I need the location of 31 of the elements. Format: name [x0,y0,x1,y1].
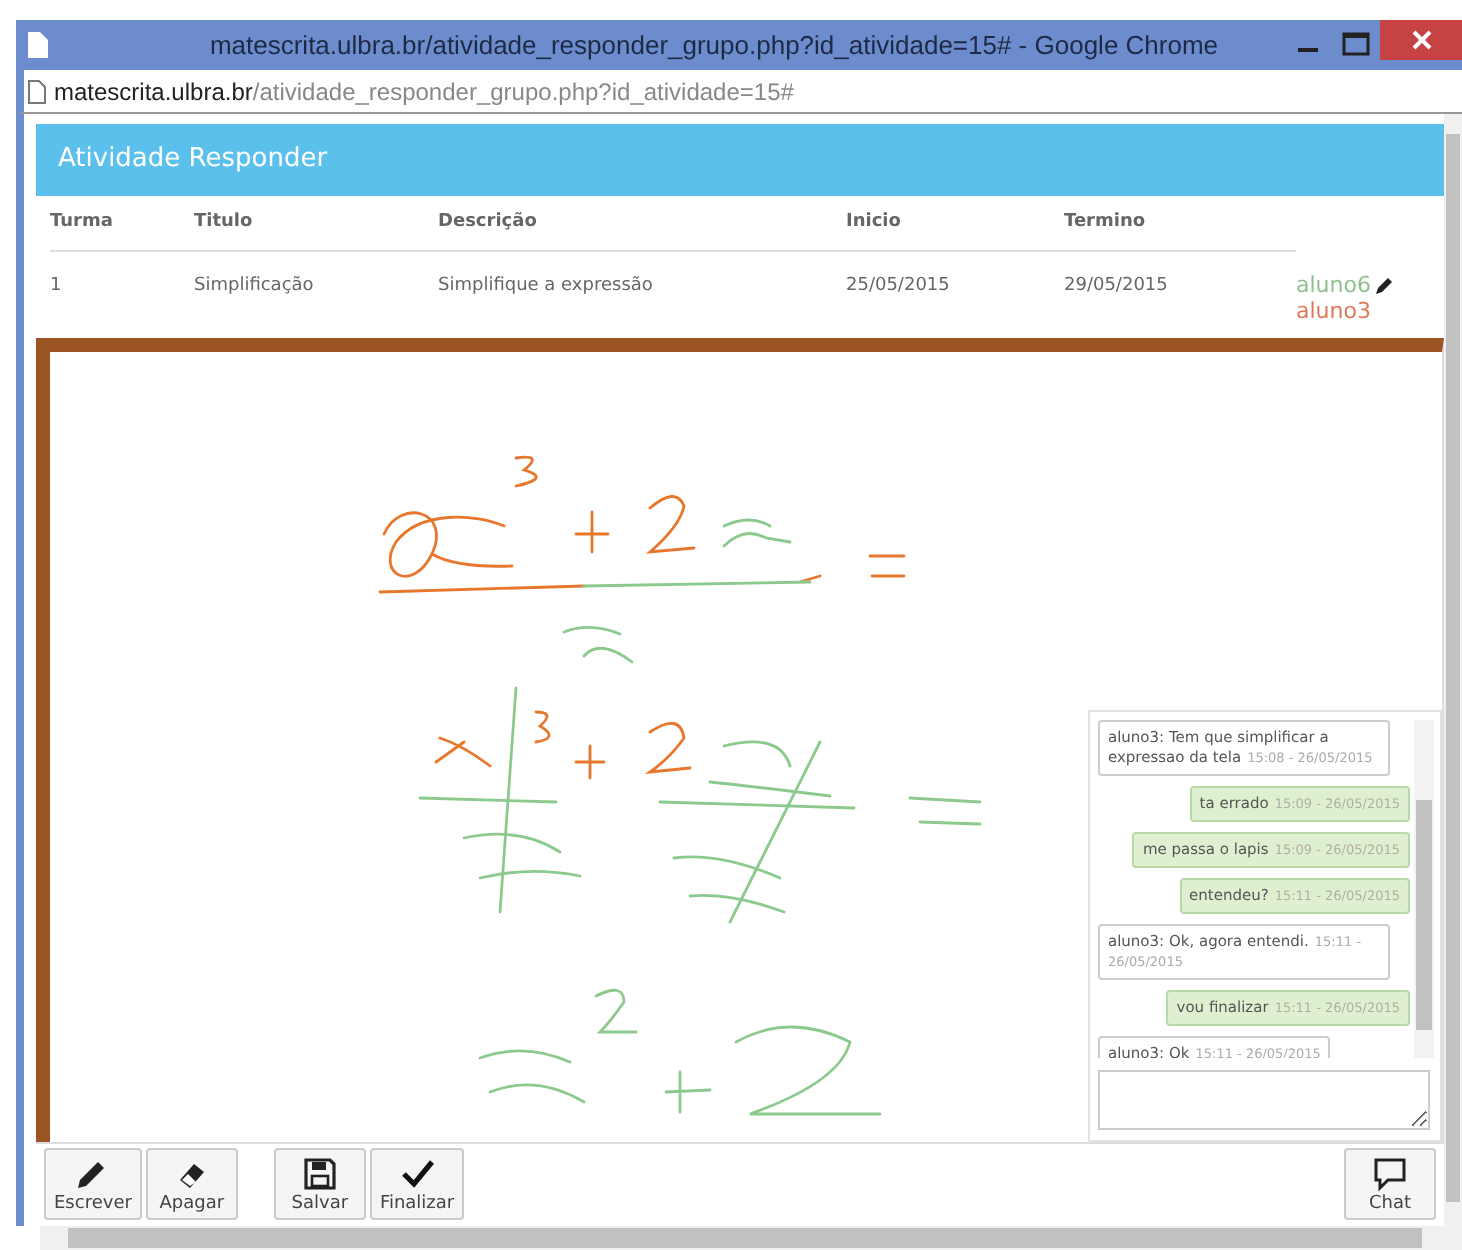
table-cell-text: Simplificação [194,273,316,300]
panel-title: Atividade Responder [58,144,328,175]
column-header: Termino [1064,195,1296,252]
message-input-field[interactable] [1098,1069,1430,1130]
chat-scrollbar[interactable] [1414,719,1434,1058]
drawing-canvas[interactable] [36,337,1444,1142]
table-cell-text: 1 [50,273,64,300]
horizontal-scrollbar[interactable] [40,1226,1462,1250]
column-header: Inicio [846,195,1064,252]
window-title: matescrita.ulbra.br/atividade_responder_grupo.php?id_atividade=15# - Google Chrome [207,30,1221,60]
tool-button[interactable]: Finalizar [369,1148,465,1221]
table-cell-text: 25/05/2015 [846,273,952,300]
column-header: Titulo [194,195,438,252]
address-field[interactable]: matescrita.ulbra.br/atividade_responder_grupo.php?id_atividade=15# [54,77,794,105]
table-cell-text: Simplifique a expressão [438,273,655,300]
chat-button[interactable]: Chat [1344,1148,1436,1221]
document-icon [28,32,48,58]
tool-button[interactable]: Salvar [273,1148,366,1221]
checkmark-icon [399,1155,436,1192]
tool-button[interactable]: Escrever [44,1148,142,1221]
page-icon [28,79,46,103]
close-button[interactable] [1380,20,1462,60]
close-icon [1411,30,1431,50]
column-header: Turma [50,195,194,252]
student-name: aluno3 [1296,297,1371,324]
speech-bubble-icon [1372,1155,1408,1192]
column-header: Descrição [438,195,846,252]
table-cell-text: 29/05/2015 [1064,273,1170,300]
student-name: aluno6 [1296,271,1371,298]
page-scrollbar[interactable] [1444,114,1462,1226]
tool-button[interactable]: Apagar [145,1148,238,1221]
